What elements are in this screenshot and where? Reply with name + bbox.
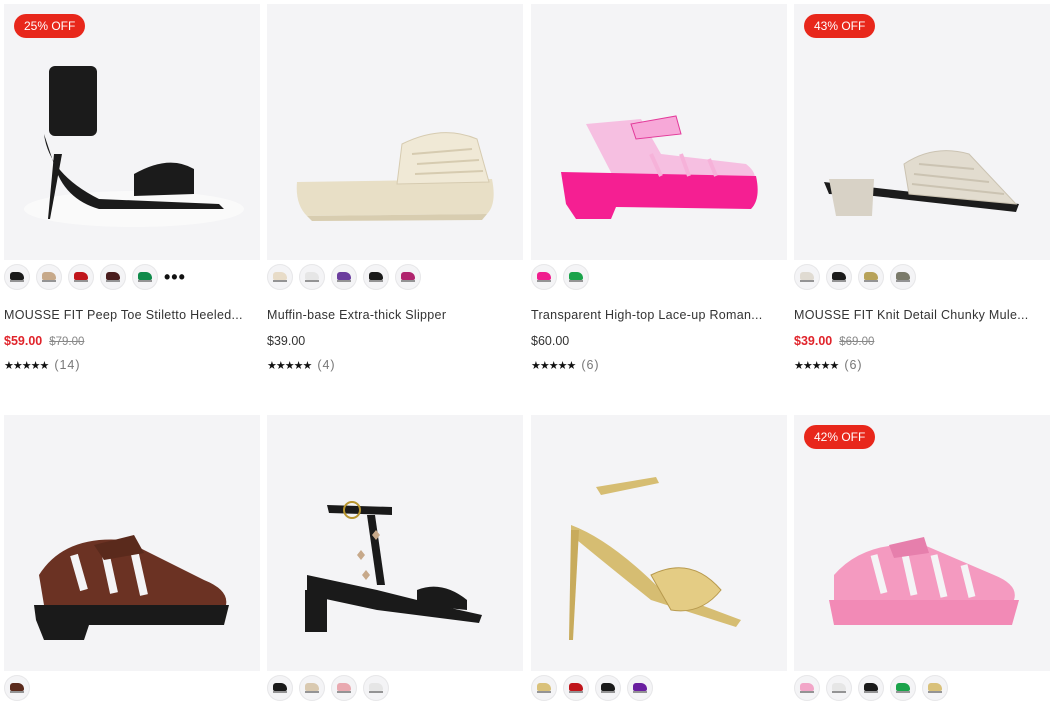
color-swatch[interactable] (858, 264, 884, 290)
color-swatch[interactable] (331, 264, 357, 290)
color-swatch[interactable] (363, 264, 389, 290)
color-swatches (267, 263, 523, 291)
pink-jelly-sandal-image (829, 537, 1019, 625)
color-swatch[interactable] (395, 264, 421, 290)
color-swatch[interactable] (4, 264, 30, 290)
product-card[interactable]: 42% OFF (794, 415, 1050, 702)
color-swatch[interactable] (100, 264, 126, 290)
sale-price: $59.00 (4, 334, 43, 348)
color-swatches: ••• (4, 263, 260, 291)
color-swatch[interactable] (794, 675, 820, 701)
color-swatch[interactable] (922, 675, 948, 701)
color-swatch[interactable] (627, 675, 653, 701)
more-colors-button[interactable]: ••• (164, 264, 186, 290)
product-image[interactable] (531, 4, 787, 260)
color-swatch[interactable] (890, 264, 916, 290)
product-name[interactable]: MOUSSE FIT Peep Toe Stiletto Heeled... (4, 308, 260, 322)
rating: ★★★★★ (14) (4, 358, 260, 372)
product-name[interactable]: Muffin-base Extra-thick Slipper (267, 308, 523, 322)
sale-price: $39.00 (794, 334, 833, 348)
product-card[interactable] (267, 415, 523, 702)
color-swatch[interactable] (68, 264, 94, 290)
price: $39.00 (267, 334, 306, 348)
review-count: (6) (581, 358, 600, 372)
studded-heel-sandal-image (305, 501, 482, 632)
color-swatch[interactable] (890, 675, 916, 701)
color-swatch[interactable] (36, 264, 62, 290)
price-row: $39.00 $69.00 (794, 334, 1050, 348)
product-card[interactable]: Transparent High-top Lace-up Roman... $6… (531, 4, 787, 372)
stiletto-shoe-image (24, 66, 244, 227)
product-image[interactable]: 43% OFF (794, 4, 1050, 260)
color-swatch[interactable] (132, 264, 158, 290)
star-rating-icon: ★★★★★ (794, 359, 839, 372)
color-swatch[interactable] (595, 675, 621, 701)
color-swatch[interactable] (858, 675, 884, 701)
star-rating-icon: ★★★★★ (531, 359, 576, 372)
review-count: (4) (317, 358, 336, 372)
product-card[interactable] (4, 415, 260, 702)
color-swatches (267, 674, 523, 702)
color-swatch[interactable] (299, 675, 325, 701)
product-name[interactable]: Transparent High-top Lace-up Roman... (531, 308, 787, 322)
jelly-sandal-image (561, 115, 758, 219)
product-image[interactable] (267, 415, 523, 671)
rating: ★★★★★ (6) (794, 358, 1050, 372)
price-row: $60.00 (531, 334, 787, 348)
product-name[interactable]: MOUSSE FIT Knit Detail Chunky Mule... (794, 308, 1050, 322)
rating: ★★★★★ (4) (267, 358, 523, 372)
product-image[interactable] (531, 415, 787, 671)
brown-fisherman-sandal-image (34, 535, 229, 640)
product-card[interactable] (531, 415, 787, 702)
product-grid: 25% OFF ••• MOUSSE FIT Peep Toe Stiletto… (0, 0, 1058, 720)
color-swatch[interactable] (531, 675, 557, 701)
rating: ★★★★★ (6) (531, 358, 787, 372)
product-image[interactable]: 42% OFF (794, 415, 1050, 671)
discount-badge: 25% OFF (14, 14, 86, 38)
color-swatches (531, 674, 787, 702)
star-rating-icon: ★★★★★ (267, 359, 312, 372)
color-swatch[interactable] (267, 264, 293, 290)
color-swatch[interactable] (331, 675, 357, 701)
color-swatch[interactable] (363, 675, 389, 701)
product-card[interactable]: Muffin-base Extra-thick Slipper $39.00 ★… (267, 4, 523, 372)
original-price: $69.00 (839, 336, 875, 348)
price: $60.00 (531, 334, 570, 348)
color-swatch[interactable] (826, 675, 852, 701)
knit-mule-image (824, 150, 1019, 216)
color-swatch[interactable] (826, 264, 852, 290)
color-swatches (4, 674, 260, 702)
color-swatches (531, 263, 787, 291)
discount-badge: 43% OFF (804, 14, 876, 38)
color-swatches (794, 263, 1050, 291)
color-swatch[interactable] (267, 675, 293, 701)
product-image[interactable] (267, 4, 523, 260)
discount-badge: 42% OFF (804, 425, 876, 449)
slipper-shoe-image (296, 132, 494, 221)
review-count: (14) (54, 358, 81, 372)
color-swatches (794, 674, 1050, 702)
color-swatch[interactable] (563, 264, 589, 290)
product-image[interactable] (4, 415, 260, 671)
original-price: $79.00 (49, 336, 85, 348)
color-swatch[interactable] (531, 264, 557, 290)
color-swatch[interactable] (563, 675, 589, 701)
star-rating-icon: ★★★★★ (4, 359, 49, 372)
price-row: $59.00 $79.00 (4, 334, 260, 348)
color-swatch[interactable] (299, 264, 325, 290)
price-row: $39.00 (267, 334, 523, 348)
product-image[interactable]: 25% OFF (4, 4, 260, 260)
product-card[interactable]: 43% OFF MOUSSE FIT Knit Detail Chunky Mu… (794, 4, 1050, 372)
gold-knot-heel-image (569, 477, 741, 640)
color-swatch[interactable] (794, 264, 820, 290)
color-swatch[interactable] (4, 675, 30, 701)
product-card[interactable]: 25% OFF ••• MOUSSE FIT Peep Toe Stiletto… (4, 4, 260, 372)
review-count: (6) (844, 358, 863, 372)
